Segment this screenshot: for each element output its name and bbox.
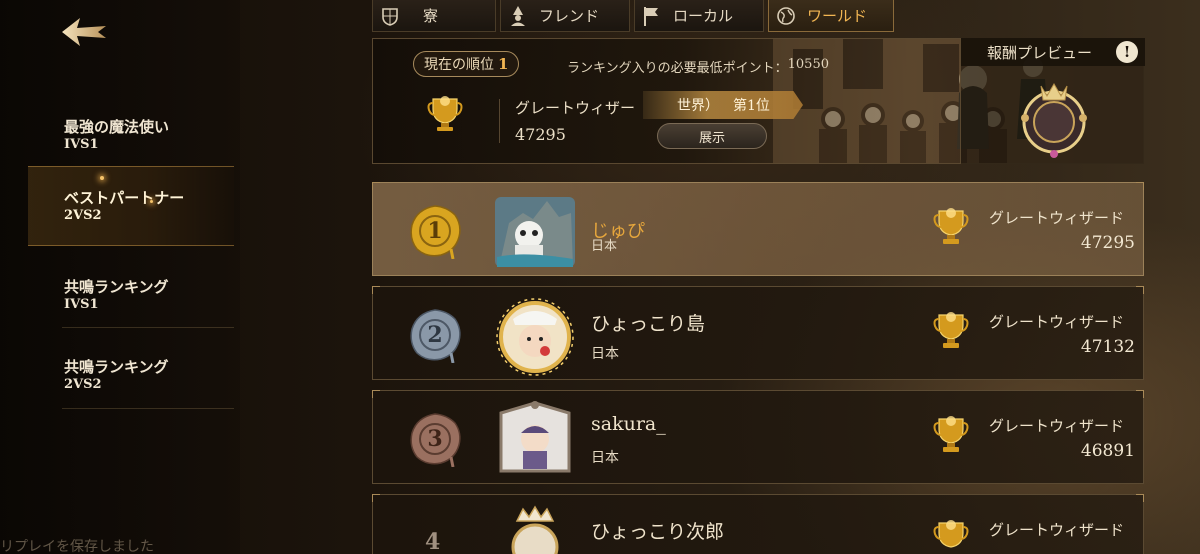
- trophy-icon: [933, 520, 969, 548]
- min-points-label: ランキング入りの必要最低ポイント：: [567, 61, 788, 76]
- player-score: 47132: [1080, 337, 1135, 357]
- tab-friend[interactable]: フレンド: [500, 0, 630, 32]
- tab-dormitory[interactable]: 寮: [372, 0, 496, 32]
- sidebar-item-label: ベストパートナー: [64, 189, 185, 207]
- player-country: 日本: [591, 239, 618, 254]
- min-points-text: ランキング入りの必要最低ポイント： 10550: [567, 57, 829, 76]
- player-country: 日本: [591, 346, 619, 362]
- trophy-icon: [933, 312, 969, 348]
- player-country: 日本: [591, 450, 619, 466]
- sidebar-item-mode: 2VS2: [64, 208, 102, 223]
- sparkle-effect: [100, 176, 104, 180]
- sidebar-item-label: 共鳴ランキング: [64, 278, 169, 296]
- sidebar-item-resonance-1v1[interactable]: 共鳴ランキング IVS1: [28, 256, 234, 336]
- reward-preview-panel[interactable]: 報酬プレビュー !: [960, 38, 1145, 164]
- reward-preview-label: 報酬プレビュー: [987, 43, 1093, 62]
- corner-ornament: [1136, 286, 1144, 294]
- corner-ornament: [372, 390, 380, 398]
- tab-label: フレンド: [539, 7, 600, 25]
- player-avatar[interactable]: [493, 399, 577, 479]
- current-rank-value: 1: [498, 55, 509, 73]
- player-name: ひょっこり島: [591, 313, 706, 335]
- info-icon[interactable]: !: [1116, 41, 1138, 63]
- player-title: グレートウィザード: [989, 209, 1125, 227]
- rank-number: 3: [427, 426, 443, 452]
- sidebar-item-label: 最強の魔法使い: [64, 118, 170, 136]
- sidebar-item-best-partner[interactable]: ベストパートナー 2VS2: [28, 166, 234, 246]
- show-button[interactable]: 展示: [657, 123, 767, 149]
- wizard-icon: [507, 5, 529, 27]
- sparkle-effect: [150, 200, 153, 203]
- trophy-icon: [933, 208, 969, 244]
- player-title: グレートウィザード: [989, 417, 1125, 435]
- tab-label: ローカル: [673, 7, 734, 25]
- min-points-value: 10550: [787, 57, 829, 72]
- divider: [62, 327, 234, 328]
- player-name: ひょっこり次郎: [591, 521, 725, 543]
- corner-ornament: [372, 286, 380, 294]
- sidebar-item-mode: IVS1: [64, 137, 99, 152]
- player-avatar[interactable]: [493, 193, 577, 269]
- corner-ornament: [1136, 182, 1144, 190]
- world-rank-region: 世界）: [677, 98, 719, 114]
- ranking-row[interactable]: 2 ひょっこり島 日本 グレートウィザード 47132: [372, 286, 1144, 380]
- ranking-row[interactable]: 3 sakura_ 日本 グレートウィザード 46891: [372, 390, 1144, 484]
- corner-ornament: [372, 182, 380, 190]
- divider: [62, 408, 234, 409]
- sidebar-item-resonance-2v2[interactable]: 共鳴ランキング 2VS2: [28, 336, 234, 416]
- corner-ornament: [372, 494, 380, 502]
- world-rank-position: 第1位: [733, 98, 770, 114]
- flag-icon: [641, 5, 663, 27]
- tab-label: ワールド: [807, 7, 868, 25]
- replay-saved-toast: リプレイを保存しました: [0, 539, 154, 554]
- current-rank-label: 現在の順位: [424, 57, 494, 73]
- trophy-icon: [933, 416, 969, 452]
- sidebar-item-label: 共鳴ランキング: [64, 358, 169, 376]
- rank-number: 4: [425, 529, 441, 554]
- current-rank-pill: 現在の順位 1: [413, 51, 520, 77]
- player-title: グレートウィザード: [989, 313, 1125, 331]
- player-score: 47295: [1080, 233, 1135, 253]
- sidebar-item-strongest-wizard[interactable]: 最強の魔法使い IVS1: [28, 96, 234, 176]
- rank-number: 1: [427, 218, 443, 244]
- back-arrow-icon: [62, 18, 106, 46]
- back-button[interactable]: [58, 12, 110, 52]
- divider: [499, 99, 500, 143]
- player-avatar[interactable]: [493, 505, 577, 554]
- banner-score: 47295: [515, 125, 566, 144]
- ranking-tabs: 寮 フレンド ローカル ワールド: [372, 0, 894, 32]
- sidebar: 最強の魔法使い IVS1 ベストパートナー 2VS2 共鳴ランキング IVS1 …: [0, 0, 240, 554]
- globe-icon: [775, 5, 797, 27]
- avatar-frame-reward-icon: [1021, 83, 1087, 158]
- sidebar-item-mode: 2VS2: [64, 377, 102, 392]
- player-avatar[interactable]: [493, 293, 577, 377]
- sidebar-item-mode: IVS1: [64, 297, 99, 312]
- house-crest-icon: [379, 5, 401, 27]
- ranking-row[interactable]: 4 ひょっこり次郎 グレートウィザード: [372, 494, 1144, 554]
- player-score: 46891: [1080, 441, 1135, 461]
- tab-label: 寮: [423, 7, 439, 25]
- banner-title: グレートウィザー: [515, 99, 636, 117]
- corner-ornament: [1136, 390, 1144, 398]
- corner-ornament: [1136, 494, 1144, 502]
- player-name: sakura_: [591, 413, 666, 435]
- ranking-row[interactable]: 1 じゅぴ 日本 グレートウィザード 47295: [372, 182, 1144, 276]
- player-title: グレートウィザード: [989, 521, 1125, 539]
- tab-local[interactable]: ローカル: [634, 0, 764, 32]
- world-rank-badge: 世界） 第1位: [643, 91, 803, 119]
- rank-number: 2: [427, 322, 443, 348]
- tab-world[interactable]: ワールド: [768, 0, 894, 32]
- trophy-icon: [427, 96, 463, 131]
